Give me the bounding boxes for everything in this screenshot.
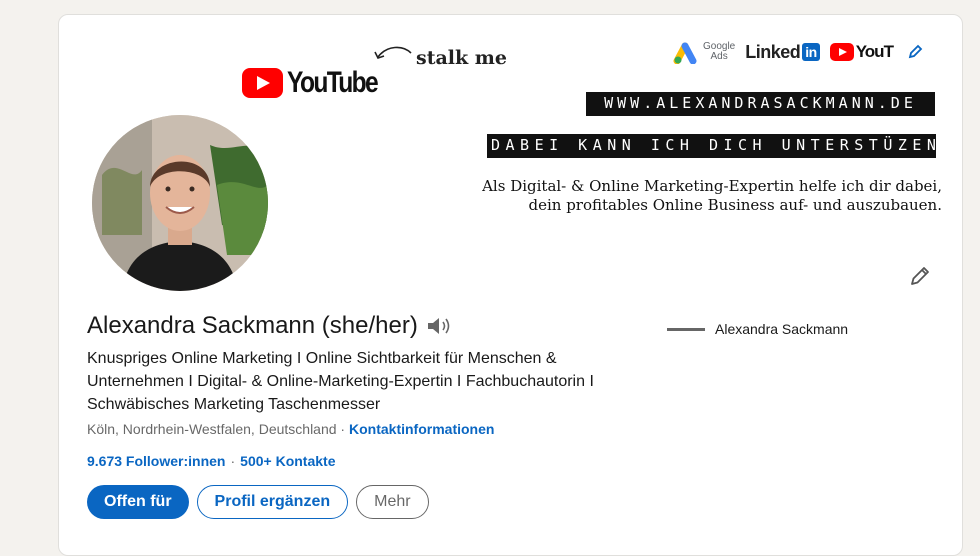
followers-link[interactable]: 9.673 Follower:innen bbox=[87, 453, 225, 469]
current-experience[interactable]: Alexandra Sackmann bbox=[667, 321, 848, 337]
location-text: Köln, Nordrhein-Westfalen, Deutschland bbox=[87, 421, 337, 437]
add-profile-section-button[interactable]: Profil ergänzen bbox=[196, 485, 349, 519]
tagline-line-1: Als Digital- & Online Marketing-Expertin… bbox=[482, 177, 942, 195]
more-button[interactable]: Mehr bbox=[356, 485, 429, 519]
connections-link[interactable]: 500+ Kontakte bbox=[240, 453, 335, 469]
profile-name: Alexandra Sackmann (she/her) bbox=[87, 312, 418, 339]
tagline-line-2: dein profitables Online Business auf- un… bbox=[528, 196, 943, 214]
edit-intro-pencil-icon[interactable] bbox=[908, 264, 932, 288]
location-row: Köln, Nordrhein-Westfalen, Deutschland ·… bbox=[87, 421, 494, 437]
network-separator: · bbox=[230, 453, 236, 469]
google-ads-icon bbox=[673, 42, 697, 64]
profile-headline: Knuspriges Online Marketing I Online Sic… bbox=[87, 350, 594, 413]
youtube-small-logo: YouT bbox=[829, 42, 894, 62]
youtube-play-icon bbox=[242, 68, 283, 98]
location-separator: · bbox=[336, 421, 349, 437]
slogan-strip: DABEI KANN ICH DICH UNTERSTÜZEN bbox=[487, 134, 936, 158]
open-to-button[interactable]: Offen für bbox=[87, 485, 189, 519]
profile-photo-image bbox=[92, 115, 268, 291]
banner-tagline: Als Digital- & Online Marketing-Expertin… bbox=[342, 177, 942, 215]
profile-photo[interactable] bbox=[92, 115, 268, 291]
experience-label: Alexandra Sackmann bbox=[715, 321, 849, 337]
google-ads-line2: Ads bbox=[710, 51, 728, 62]
youtube-wordmark: YouTube bbox=[287, 66, 379, 99]
network-row: 9.673 Follower:innen · 500+ Kontakte bbox=[87, 453, 335, 469]
youtube-small-wordmark: YouT bbox=[855, 42, 894, 61]
blue-pencil-icon bbox=[908, 44, 923, 59]
stalk-me-text: stalk me bbox=[416, 47, 507, 69]
profile-card: YouTube stalk me Google Ads Linked in Yo… bbox=[58, 14, 963, 556]
profile-actions: Offen für Profil ergänzen Mehr bbox=[87, 485, 429, 519]
website-url-strip: WWW.ALEXANDRASACKMANN.DE bbox=[586, 92, 935, 116]
curved-arrow-icon bbox=[374, 46, 412, 59]
speaker-icon[interactable] bbox=[426, 316, 452, 336]
banner-badges: Google Ads Linked in YouT bbox=[673, 40, 923, 64]
name-row: Alexandra Sackmann (she/her) bbox=[87, 312, 452, 340]
contact-info-link[interactable]: Kontaktinformationen bbox=[349, 421, 494, 437]
youtube-logo: YouTube bbox=[242, 66, 397, 100]
company-logo-placeholder bbox=[667, 327, 705, 331]
linkedin-wordmark: Linked bbox=[745, 41, 801, 62]
youtube-small-play-icon bbox=[829, 43, 854, 61]
linkedin-in-box: in bbox=[802, 43, 820, 61]
google-ads-logo: Google Ads bbox=[673, 40, 735, 64]
linkedin-logo: Linked in bbox=[745, 41, 820, 63]
